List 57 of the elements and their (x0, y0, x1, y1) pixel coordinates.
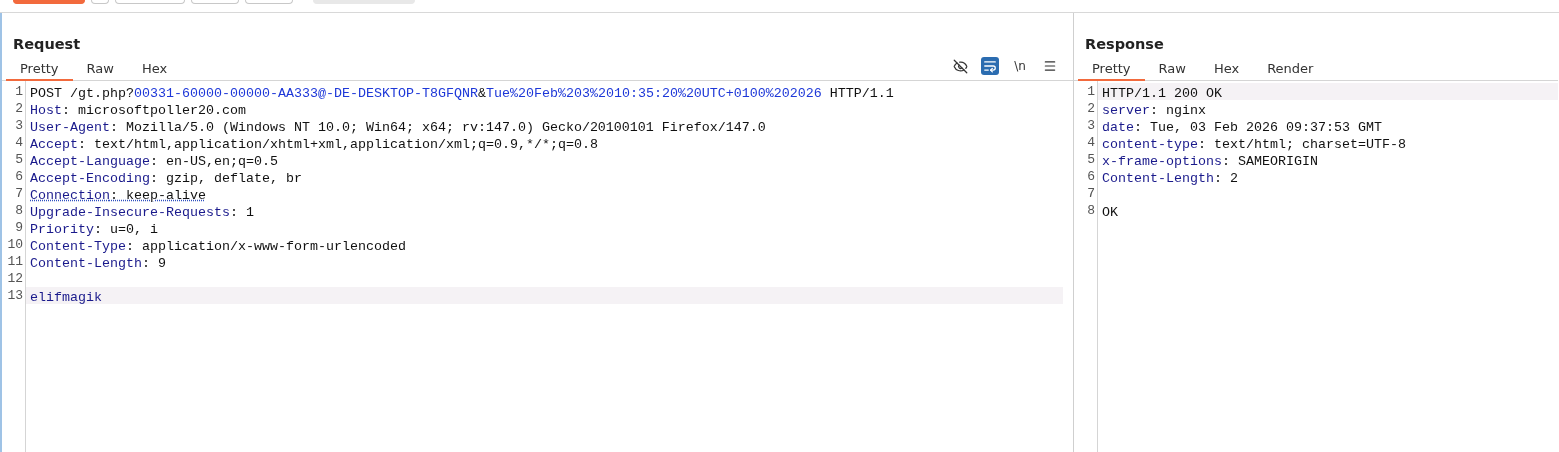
pane-title: Request (12, 35, 82, 54)
code-line: x-frame-options: SAMEORIGIN (1102, 154, 1318, 169)
toolbar-button[interactable] (115, 0, 185, 4)
code-line: POST /gt.php?00331-60000-00000-AA333@-DE-DESKTOP-T8GFQNR&Tue%20Feb%203%2010:35:20%20UTC+0100%202026 HTTP/1.1 (30, 86, 894, 101)
code-line: HTTP/1.1 200 OK (1102, 86, 1222, 101)
tab[interactable]: Hex (1199, 56, 1254, 81)
wrap-text-button[interactable] (981, 57, 999, 75)
code-line: Accept: text/html,application/xhtml+xml,application/xml;q=0.9,*/*;q=0.8 (30, 137, 598, 152)
line-number: 9 (14, 219, 24, 236)
line-number: 4 (1086, 134, 1096, 151)
line-number: 10 (6, 236, 24, 253)
code-line: Content-Length: 2 (1102, 171, 1238, 186)
eye-off-icon[interactable] (951, 57, 969, 75)
code-line: OK (1102, 205, 1118, 220)
tab[interactable]: Pretty (1078, 56, 1145, 81)
tab[interactable]: Render (1253, 56, 1328, 81)
line-number: 7 (14, 185, 24, 202)
line-number: 1 (1086, 83, 1096, 100)
line-number: 6 (14, 168, 24, 185)
pane-title: Response (1084, 35, 1165, 54)
line-number: 13 (6, 287, 24, 304)
tab[interactable]: Hex (127, 56, 182, 81)
line-number: 8 (14, 202, 24, 219)
code-line: Accept-Encoding: gzip, deflate, br (30, 171, 302, 186)
code-line: server: nginx (1102, 103, 1206, 118)
code-line: Host: microsoftpoller20.com (30, 103, 246, 118)
line-number: 1 (14, 83, 24, 100)
code-line: content-type: text/html; charset=UTF-8 (1102, 137, 1406, 152)
toolbar-button[interactable] (13, 0, 85, 4)
toolbar-button[interactable] (245, 0, 293, 4)
line-number: 7 (1086, 185, 1096, 202)
tab[interactable]: Raw (72, 56, 128, 81)
code-line: User-Agent: Mozilla/5.0 (Windows NT 10.0; Win64; x64; rv:147.0) Gecko/20100101 Firefox/147.0 (30, 120, 766, 135)
line-number: 6 (1086, 168, 1096, 185)
line-number: 5 (1086, 151, 1096, 168)
line-number: 8 (1086, 202, 1096, 219)
line-number: 3 (1086, 117, 1096, 134)
code-line: Content-Type: application/x-www-form-urlencoded (30, 239, 406, 254)
code-line: Upgrade-Insecure-Requests: 1 (30, 205, 254, 220)
line-number: 12 (6, 270, 24, 287)
code-line: Accept-Language: en-US,en;q=0.5 (30, 154, 278, 169)
newline-toggle[interactable]: \n (1011, 57, 1029, 75)
line-number: 2 (14, 100, 24, 117)
line-number: 2 (1086, 100, 1096, 117)
tab[interactable]: Pretty (6, 56, 73, 81)
code-line: Content-Length: 9 (30, 256, 166, 271)
line-number: 5 (14, 151, 24, 168)
toolbar-button[interactable] (191, 0, 239, 4)
line-number: 4 (14, 134, 24, 151)
code-line: Connection: keep-alive (30, 188, 206, 203)
code-line: Priority: u=0, i (30, 222, 158, 237)
toolbar-button[interactable] (91, 0, 109, 4)
code-line: date: Tue, 03 Feb 2026 09:37:53 GMT (1102, 120, 1382, 135)
line-number: 3 (14, 117, 24, 134)
tab[interactable]: Raw (1144, 56, 1200, 81)
code-line: elifmagik (30, 290, 102, 305)
line-number: 11 (6, 253, 24, 270)
